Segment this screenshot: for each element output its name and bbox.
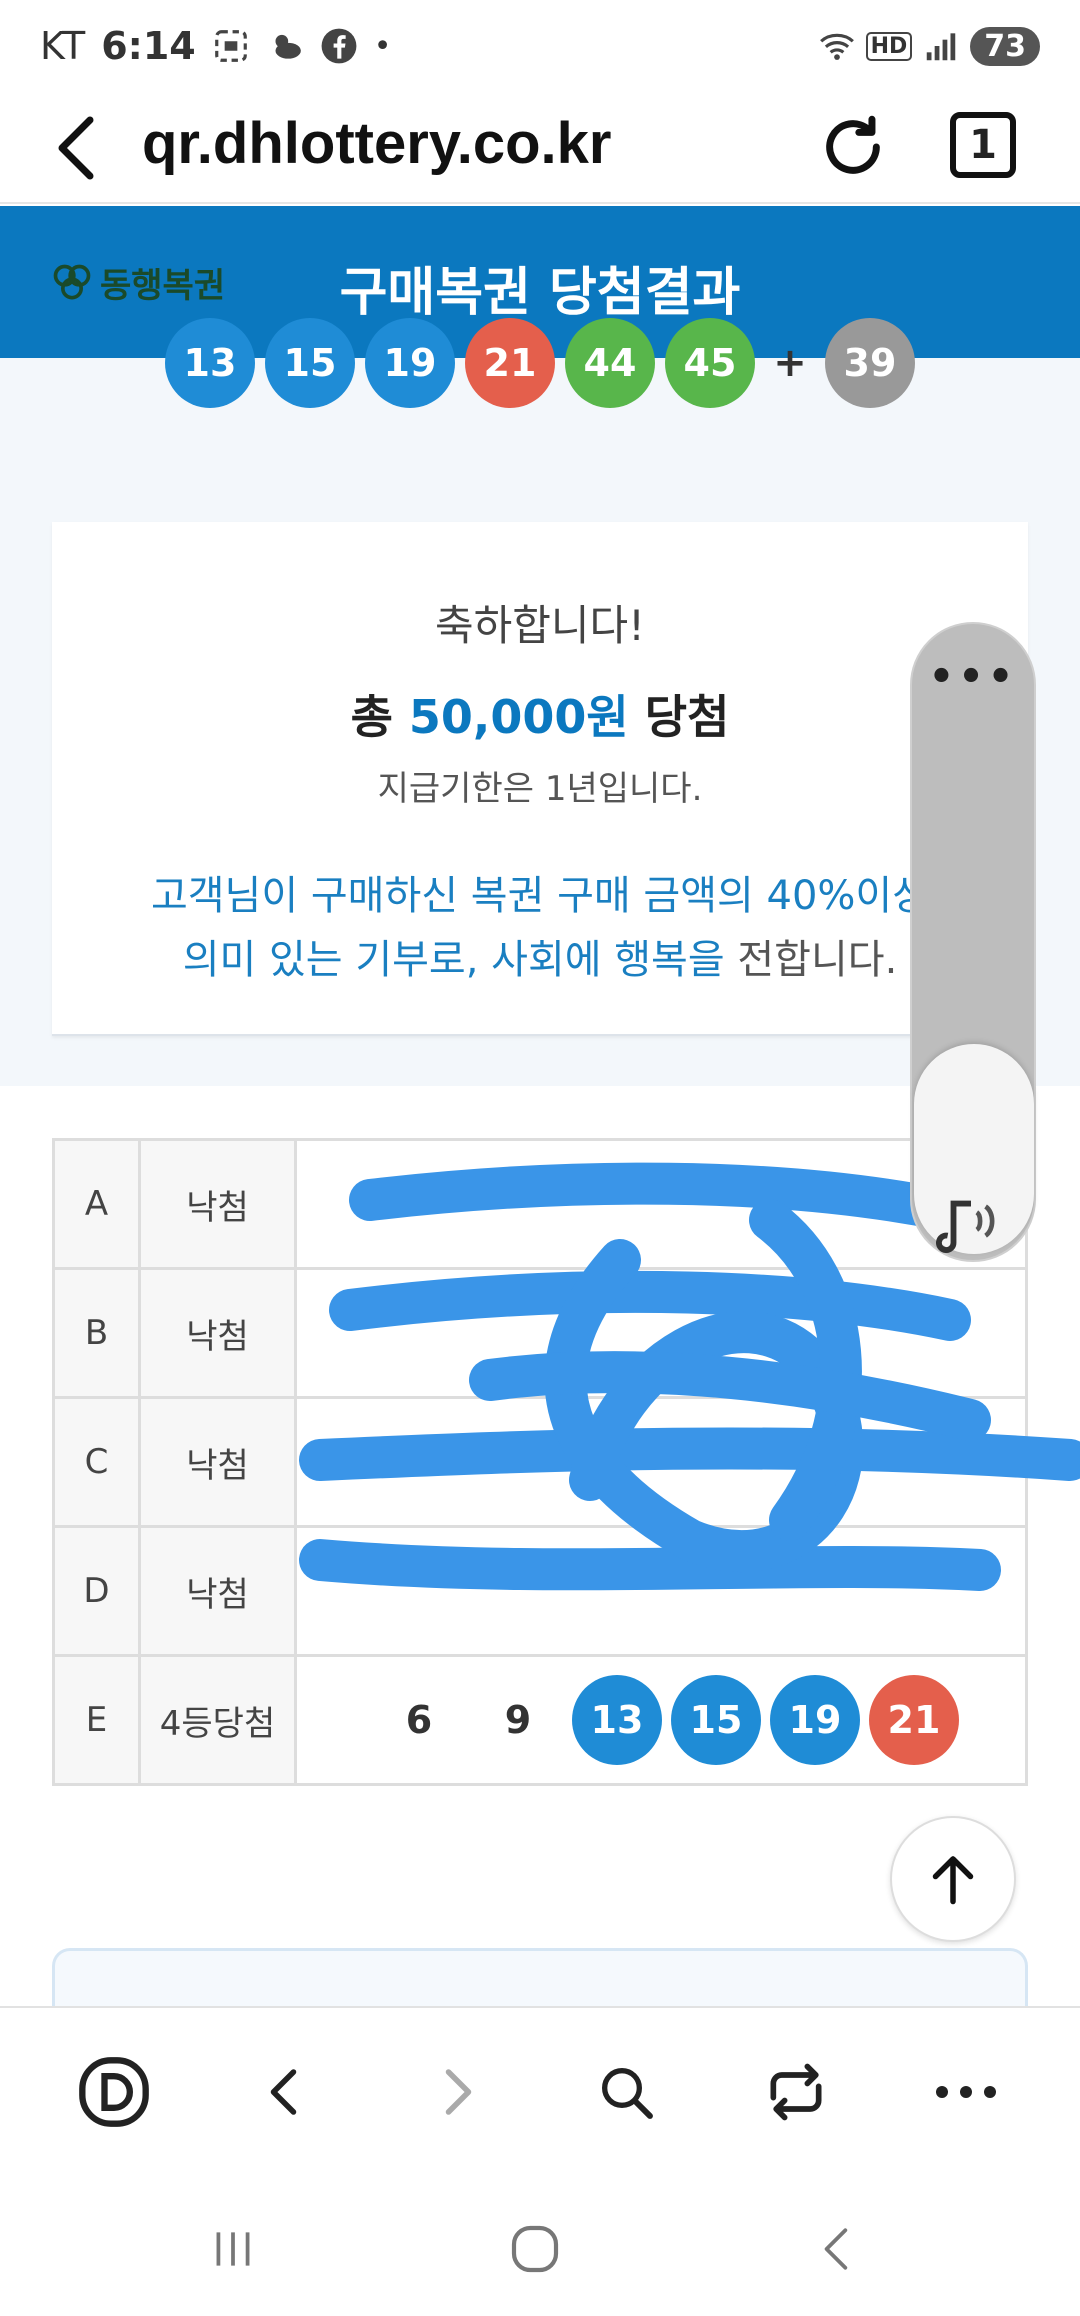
winning-ball: 13: [165, 318, 255, 408]
game-numbers: 6 9 13 15 19 21: [294, 1654, 1028, 1786]
game-result: 낙첨: [138, 1525, 297, 1657]
game-result: 낙첨: [138, 1396, 297, 1528]
game-row: A 낙첨: [52, 1138, 1028, 1270]
recent-apps-icon: [216, 2232, 250, 2266]
browser-address-bar: qr.dhlottery.co.kr 1: [0, 92, 1080, 204]
volume-panel[interactable]: •••: [910, 622, 1036, 1262]
donation-line-2: 의미 있는 기부로, 사회에 행복을: [182, 937, 725, 983]
system-navigation-bar: [0, 2170, 1080, 2316]
game-results-table: A 낙첨 B 낙첨 C 낙첨 D 낙첨 E 4등당첨 6 9 13 15 19 21: [52, 1138, 1028, 1786]
recent-apps-button[interactable]: [198, 2214, 268, 2284]
game-label: E: [52, 1654, 141, 1786]
tab-count: 1: [969, 122, 997, 168]
arrow-up-icon: [932, 1856, 974, 1905]
more-dots-icon[interactable]: •••: [912, 654, 1034, 700]
search-button[interactable]: [586, 2052, 666, 2132]
winning-ball: 15: [265, 318, 355, 408]
home-button[interactable]: [500, 2214, 570, 2284]
page-title: 구매복권 당첨결과: [339, 263, 741, 323]
browser-toolbar: [0, 2006, 1080, 2170]
nav-back-button[interactable]: [246, 2052, 326, 2132]
share-arrows-icon: [770, 2063, 822, 2121]
game-row: D 낙첨: [52, 1525, 1028, 1657]
carrier-label: KT: [40, 24, 86, 68]
prize-prefix: 총: [350, 690, 409, 744]
dex-button[interactable]: [74, 2052, 154, 2132]
winning-ball: 45: [665, 318, 755, 408]
matched-number-ball: 15: [671, 1675, 761, 1765]
screenshot-icon: [214, 30, 247, 62]
matched-number-ball: 21: [869, 1675, 959, 1765]
prize-amount: 50,000원: [408, 690, 629, 744]
donation-line-1: 고객님이 구매하신 복권 구매 금액의 40%이상: [150, 873, 930, 919]
game-label: D: [52, 1525, 141, 1657]
payment-deadline: 지급기한은 1년입니다.: [377, 769, 703, 809]
donation-line-2-end: 전합니다.: [724, 937, 898, 983]
game-row: E 4등당첨 6 9 13 15 19 21: [52, 1654, 1028, 1786]
game-label: A: [52, 1138, 141, 1270]
winning-ball: 21: [465, 318, 555, 408]
signal-icon: [927, 33, 956, 61]
battery-indicator: 73: [970, 26, 1040, 66]
game-numbers: [294, 1396, 1028, 1528]
donation-notice: 고객님이 구매하신 복권 구매 금액의 40%이상 의미 있는 기부로, 사회에…: [52, 864, 1028, 992]
game-result: 4등당첨: [138, 1654, 297, 1786]
search-icon: [602, 2068, 653, 2119]
scroll-to-top-button[interactable]: [890, 1816, 1016, 1942]
more-menu-button[interactable]: [926, 2052, 1006, 2132]
game-numbers: [294, 1267, 1028, 1399]
share-button[interactable]: [756, 2052, 836, 2132]
prize-text: 총 50,000원 당첨: [52, 681, 1028, 747]
facebook-icon: [321, 28, 357, 64]
clock: 6:14: [101, 24, 196, 68]
reload-icon[interactable]: [818, 112, 888, 182]
prize-card: 축하합니다! 총 50,000원 당첨 지급기한은 1년입니다. 고객님이 구매…: [52, 522, 1028, 1036]
game-label: B: [52, 1267, 141, 1399]
volume-slider-handle[interactable]: [914, 1044, 1034, 1254]
matched-number-ball: 19: [770, 1675, 860, 1765]
chevron-right-icon: [445, 2069, 472, 2115]
matched-number-ball: 13: [572, 1675, 662, 1765]
next-section-peek: [52, 1948, 1028, 2008]
nav-forward-button[interactable]: [416, 2052, 496, 2132]
game-label: C: [52, 1396, 141, 1528]
game-numbers: [294, 1525, 1028, 1657]
hd-voice-icon: HD: [865, 31, 913, 61]
tab-count-button[interactable]: 1: [950, 112, 1016, 178]
d-logo-icon: [79, 2057, 149, 2127]
chevron-left-icon: [270, 2069, 297, 2115]
prize-suffix: 당첨: [628, 690, 730, 744]
music-volume-icon: [936, 1200, 995, 1253]
url-text[interactable]: qr.dhlottery.co.kr: [142, 110, 611, 177]
winning-ball: 44: [565, 318, 655, 408]
bonus-ball: 39: [825, 318, 915, 408]
number: 6: [405, 1698, 433, 1742]
back-arrow-icon[interactable]: [50, 114, 110, 182]
more-dots-icon: [936, 2086, 996, 2098]
home-icon: [511, 2225, 559, 2273]
winning-ball: 19: [365, 318, 455, 408]
number: 9: [504, 1698, 532, 1742]
status-bar: KT 6:14 • HD 73: [0, 0, 1080, 92]
winning-numbers: 13 15 19 21 44 45 +39: [165, 318, 915, 408]
back-chevron-icon: [824, 2228, 848, 2270]
weather-icon: [275, 34, 301, 59]
game-row: B 낙첨: [52, 1267, 1028, 1399]
game-result: 낙첨: [138, 1267, 297, 1399]
notification-dot-icon: •: [373, 28, 392, 64]
game-row: C 낙첨: [52, 1396, 1028, 1528]
system-back-button[interactable]: [802, 2214, 872, 2284]
game-result: 낙첨: [138, 1138, 297, 1270]
wifi-icon: [819, 33, 854, 60]
bonus-plus-sign: +: [773, 340, 807, 386]
congrats-text: 축하합니다!: [434, 601, 646, 650]
